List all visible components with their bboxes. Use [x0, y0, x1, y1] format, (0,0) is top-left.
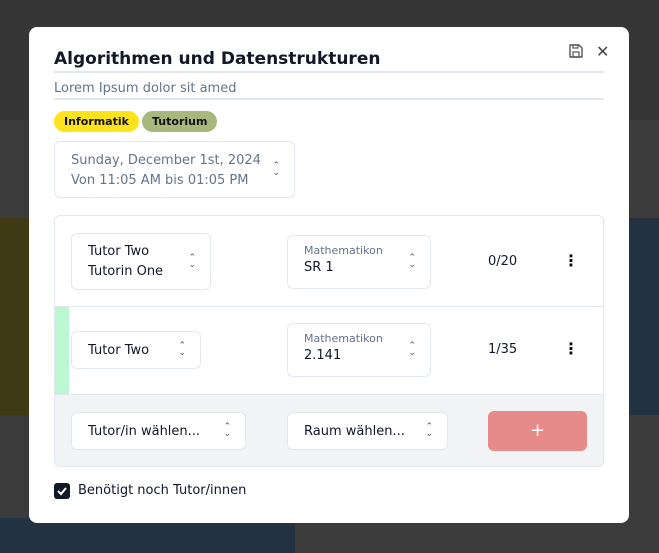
checkmark-icon: [57, 487, 67, 496]
needs-tutors-checkbox[interactable]: [54, 483, 70, 499]
tutor-placeholder: Tutor/in wählen...: [88, 424, 201, 439]
backdrop-panel-bottom: [0, 518, 295, 553]
backdrop-panel-left: [0, 218, 30, 415]
tutor-name: Tutor Two: [88, 244, 150, 259]
tutor-select-new[interactable]: Tutor/in wählen... ⌃ ⌄: [71, 412, 246, 450]
add-session-row: Tutor/in wählen... ⌃ ⌄ Raum wählen... ⌃ ⌄ …: [55, 394, 603, 466]
tutor-select[interactable]: Tutor Two ⌃ ⌄: [71, 331, 201, 369]
room-select-new[interactable]: Raum wählen... ⌃ ⌄: [287, 412, 448, 450]
capacity-text: 1/35: [488, 342, 518, 357]
chevron-updown-icon: ⌃ ⌄: [408, 253, 416, 270]
backdrop-panel-right: [629, 218, 659, 415]
course-edit-dialog: ✕ Algorithmen und Datenstrukturen Lorem …: [29, 27, 629, 523]
building-label: Mathematikon: [304, 332, 383, 345]
row-highlight-bar: [55, 307, 69, 394]
chevron-updown-icon: ⌃ ⌄: [188, 252, 196, 270]
course-title-input[interactable]: Algorithmen und Datenstrukturen: [54, 49, 604, 73]
tutor-name: Tutor Two: [88, 343, 150, 358]
more-options-icon[interactable]: ⋮: [563, 253, 579, 269]
tutor-name: Tutorin One: [88, 264, 164, 279]
session-row: Tutor Two Tutorin One ⌃ ⌄ Mathematikon SR…: [55, 216, 603, 307]
date-time-picker[interactable]: Sunday, December 1st, 2024 Von 11:05 AM …: [54, 141, 295, 198]
room-name: SR 1: [304, 260, 334, 275]
building-label: Mathematikon: [304, 244, 383, 257]
more-options-icon[interactable]: ⋮: [563, 341, 579, 357]
room-select[interactable]: Mathematikon 2.141 ⌃ ⌄: [287, 323, 431, 377]
chevron-updown-icon: ⌃ ⌄: [272, 160, 280, 178]
date-text: Sunday, December 1st, 2024: [71, 153, 261, 168]
chevron-updown-icon: ⌃ ⌄: [408, 341, 416, 358]
tag-informatik[interactable]: Informatik: [54, 111, 139, 132]
chevron-updown-icon: ⌃ ⌄: [425, 422, 433, 439]
capacity-text: 0/20: [488, 254, 518, 269]
room-select[interactable]: Mathematikon SR 1 ⌃ ⌄: [287, 235, 431, 289]
sessions-table: Tutor Two Tutorin One ⌃ ⌄ Mathematikon SR…: [54, 215, 604, 467]
tutor-select[interactable]: Tutor Two Tutorin One ⌃ ⌄: [71, 233, 211, 290]
needs-tutors-label[interactable]: Benötigt noch Tutor/innen: [78, 481, 246, 501]
course-description-input[interactable]: Lorem Ipsum dolor sit amed: [54, 81, 604, 100]
room-placeholder: Raum wählen...: [304, 424, 405, 439]
room-name: 2.141: [304, 348, 342, 363]
tag-tutorium[interactable]: Tutorium: [142, 111, 218, 132]
chevron-updown-icon: ⌃ ⌄: [223, 422, 231, 439]
time-range-text: Von 11:05 AM bis 01:05 PM: [71, 173, 249, 188]
session-row: Tutor Two ⌃ ⌄ Mathematikon 2.141 ⌃ ⌄ 1/35 …: [55, 307, 603, 394]
add-session-button[interactable]: +: [488, 411, 587, 451]
chevron-updown-icon: ⌃ ⌄: [178, 341, 186, 358]
